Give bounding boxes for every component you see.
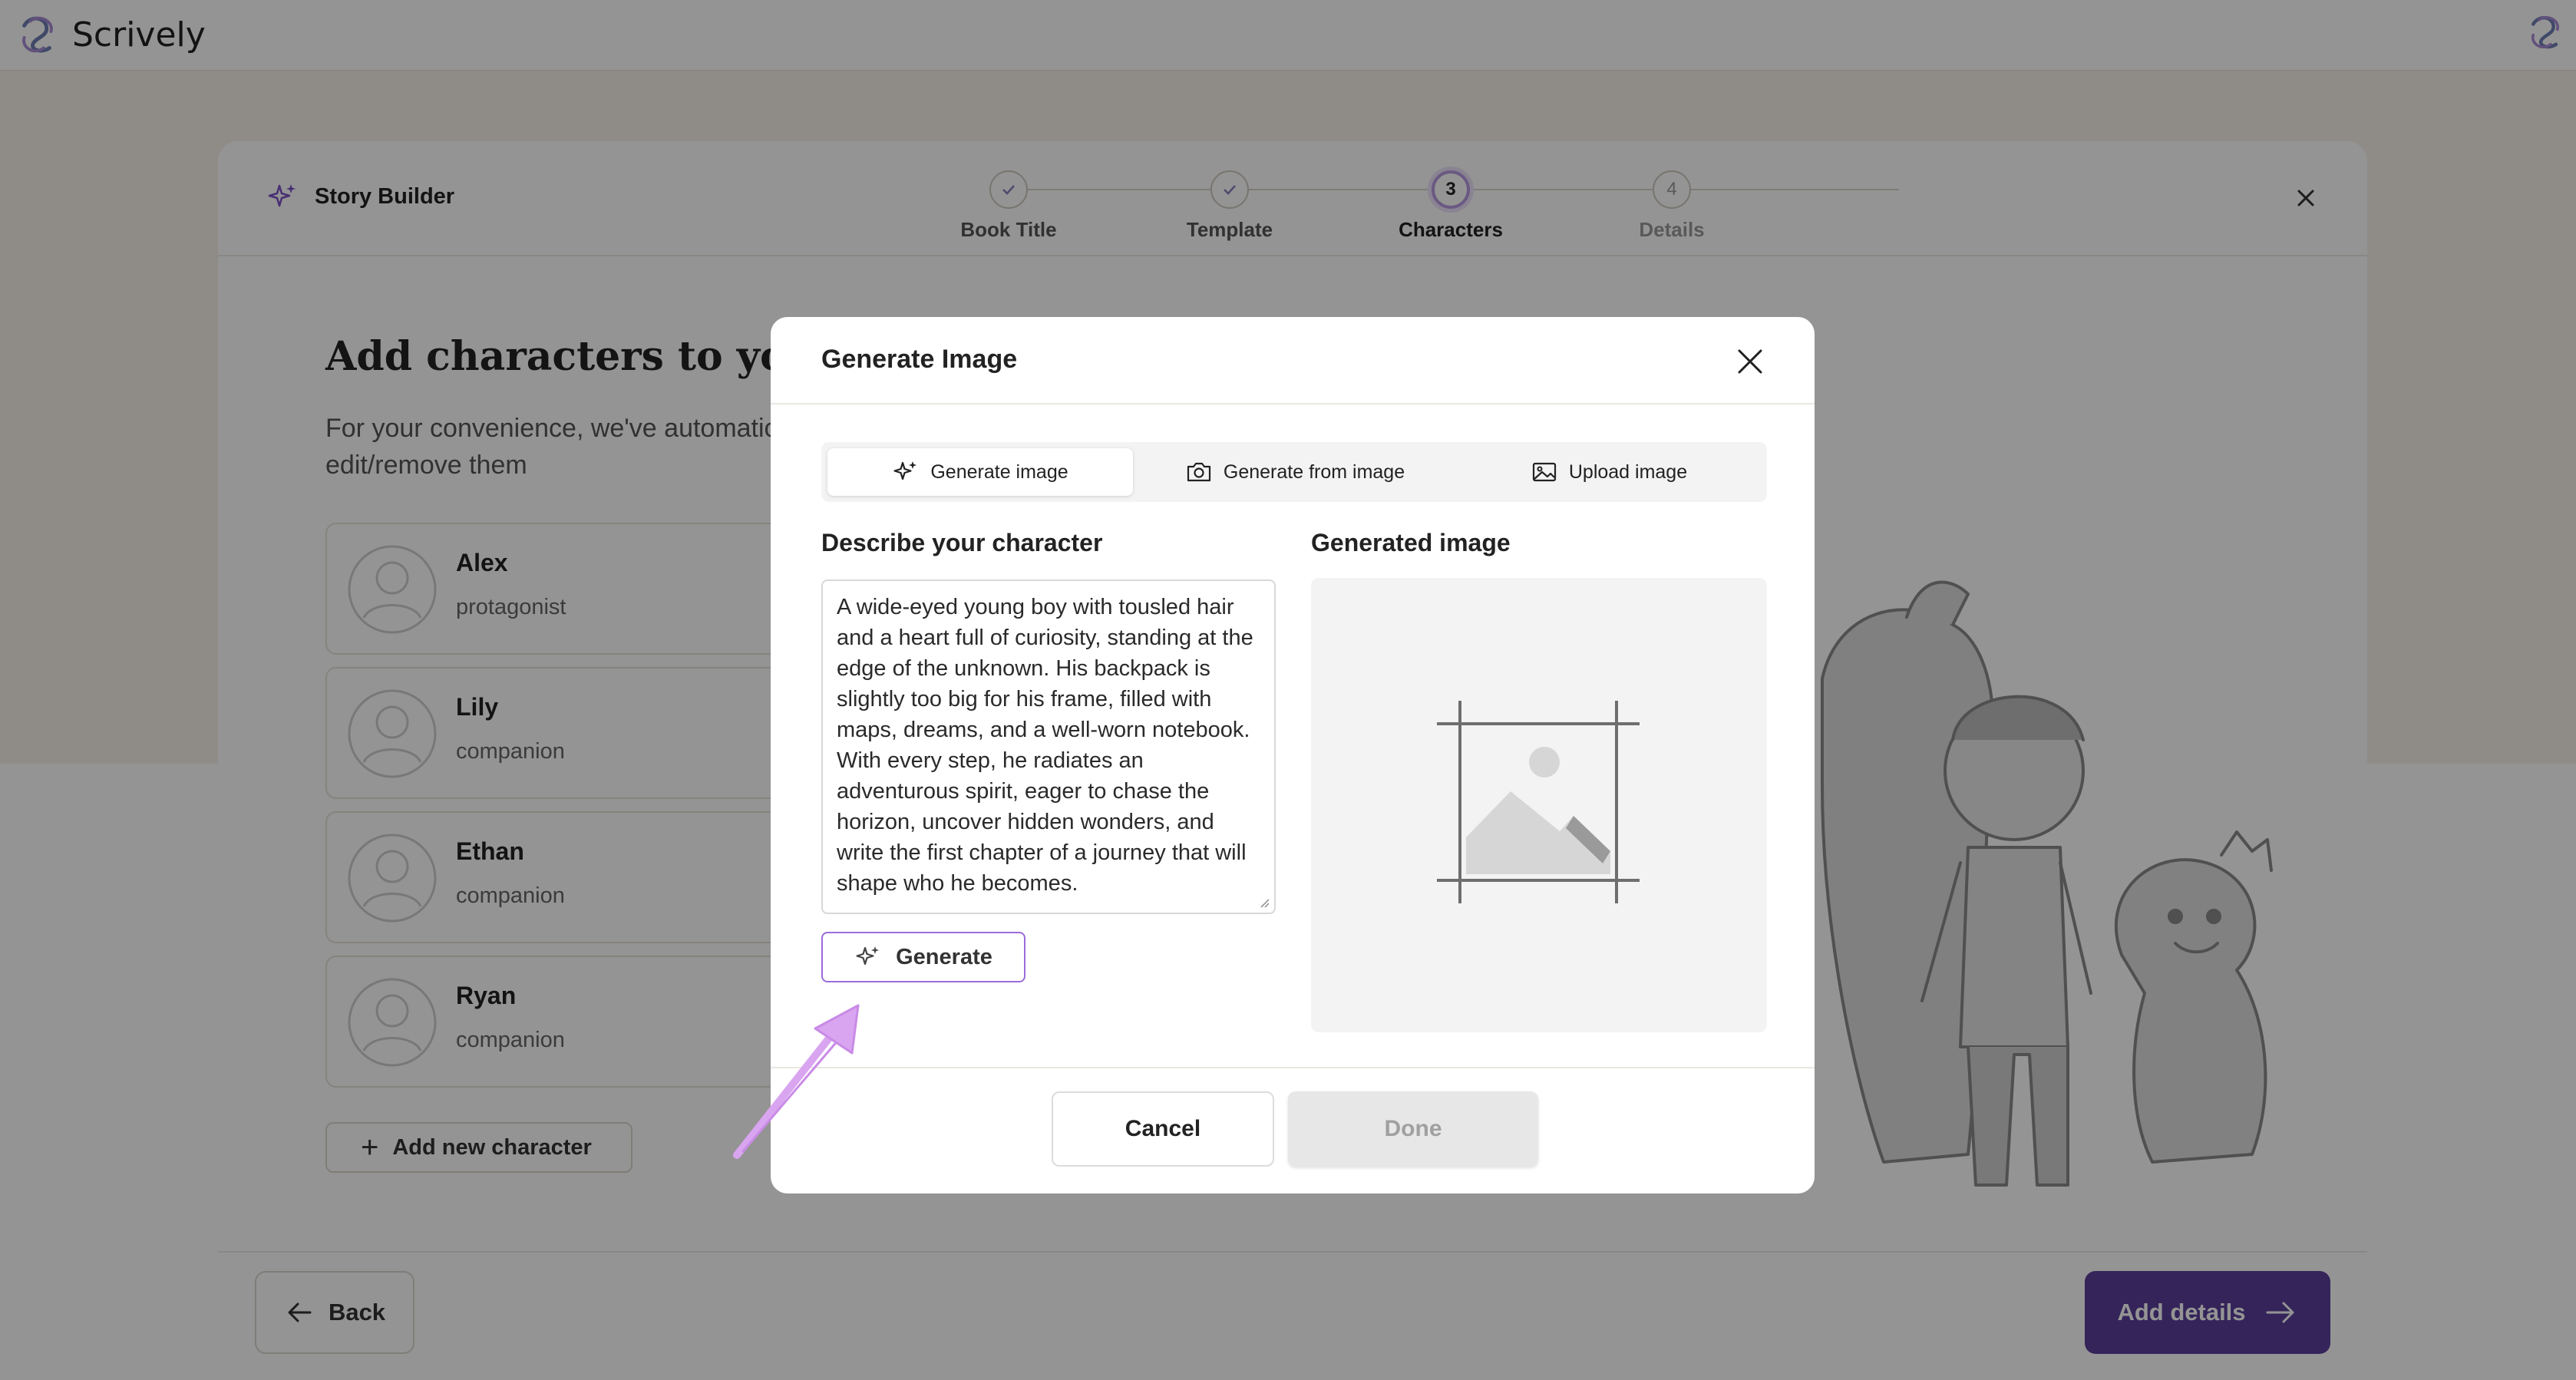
tab-generate-from-image[interactable]: Generate from image [1139, 448, 1451, 496]
describe-character-label: Describe your character [821, 529, 1103, 556]
modal-title: Generate Image [821, 345, 1018, 374]
image-placeholder-icon [1437, 701, 1640, 903]
tab-generate-image[interactable]: Generate image [827, 448, 1133, 496]
resize-handle-icon[interactable] [1257, 896, 1270, 908]
close-icon[interactable] [1733, 345, 1767, 378]
annotation-arrow-icon [733, 1004, 860, 1159]
done-button[interactable]: Done [1288, 1091, 1538, 1167]
image-source-tabs: Generate image Generate from image Uploa… [821, 442, 1767, 502]
generate-image-modal: Generate Image Generate image Generate f… [771, 317, 1815, 1193]
generated-image-label: Generated image [1311, 529, 1511, 556]
sparkles-icon [893, 461, 917, 480]
sparkles-icon [856, 946, 880, 966]
description-text: A wide-eyed young boy with tousled hair … [837, 595, 1253, 896]
tab-label: Generate from image [1223, 461, 1405, 483]
tab-label: Upload image [1568, 461, 1688, 483]
character-description-textarea[interactable]: A wide-eyed young boy with tousled hair … [821, 579, 1276, 914]
generate-button[interactable]: Generate [821, 932, 1025, 982]
modal-footer: Cancel Done [771, 1067, 1815, 1193]
camera-icon [1187, 462, 1210, 482]
tab-upload-image[interactable]: Upload image [1457, 448, 1761, 496]
generate-label: Generate [896, 944, 992, 969]
tab-label: Generate image [930, 461, 1068, 483]
generated-image-preview [1311, 578, 1767, 1032]
cancel-button[interactable]: Cancel [1052, 1091, 1274, 1167]
modal-header: Generate Image [771, 317, 1815, 404]
image-icon [1532, 462, 1556, 482]
